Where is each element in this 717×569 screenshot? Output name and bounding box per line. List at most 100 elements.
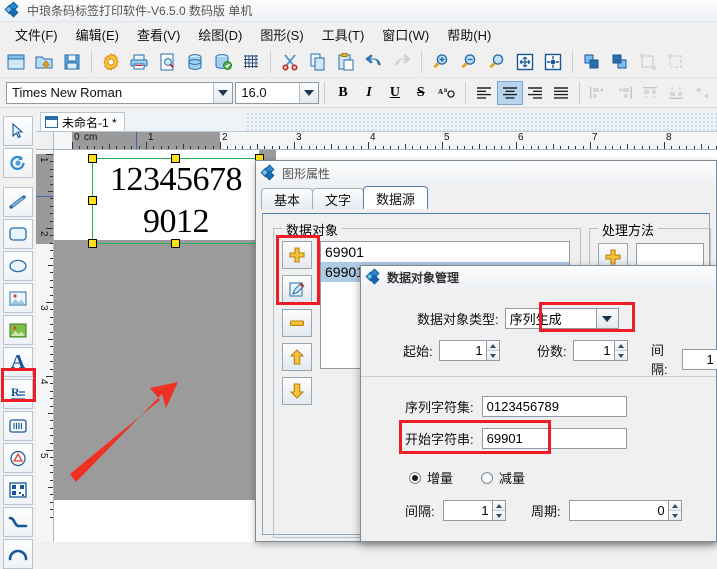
drawing-tools-palette: A R (0, 112, 36, 569)
ruler-tick (405, 144, 406, 149)
qrcode-tool[interactable] (3, 475, 33, 505)
step-input[interactable]: 1 (681, 348, 717, 370)
ruler-corner (36, 132, 54, 150)
menu-window[interactable]: 窗口(W) (373, 22, 438, 47)
select-pointer-tool[interactable] (3, 116, 33, 146)
chevron-down-icon[interactable] (299, 82, 319, 103)
tab-datasource[interactable]: 数据源 (363, 186, 429, 209)
start-string-input[interactable]: 69901 (481, 428, 627, 449)
step-label: 间隔: (651, 343, 668, 377)
count-input[interactable]: 1 (572, 340, 615, 361)
rich-text-tool[interactable]: R (3, 379, 33, 409)
chevron-down-icon[interactable] (596, 308, 619, 329)
count-stepper[interactable] (614, 340, 628, 361)
settings-gear-icon[interactable] (97, 48, 125, 76)
zoom-in-icon[interactable] (427, 48, 455, 76)
cycle-stepper[interactable] (668, 500, 682, 521)
curve-tool[interactable] (3, 507, 33, 537)
move-down-button[interactable] (282, 377, 312, 405)
font-size-combo[interactable]: 16.0 (235, 81, 320, 104)
menu-view[interactable]: 查看(V) (128, 22, 189, 47)
database-check-icon[interactable] (209, 48, 237, 76)
ruler-number: 4 (38, 379, 49, 385)
barcode-tool[interactable] (3, 411, 33, 441)
zoom-out-icon[interactable] (455, 48, 483, 76)
resize-handle-nw[interactable] (88, 154, 97, 163)
data-object-manager-dialog[interactable]: 数据对象管理 数据对象类型: 序列生成 起始: 1 份数: 1 间隔: 1 序列… (360, 265, 717, 542)
edit-data-object-button[interactable] (282, 275, 312, 303)
print-icon[interactable] (125, 48, 153, 76)
rectangle-tool[interactable] (3, 219, 33, 249)
ruler-tick (50, 501, 53, 503)
increase-radio-row[interactable]: 增量 减量 (409, 468, 525, 487)
grid-icon[interactable] (237, 48, 265, 76)
font-family-combo[interactable]: Times New Roman (6, 81, 234, 104)
decrease-radio[interactable] (481, 471, 494, 484)
align-left-icon[interactable] (471, 81, 497, 105)
menu-edit[interactable]: 编辑(E) (67, 22, 128, 47)
italic-button[interactable]: I (356, 81, 382, 105)
shape-tool[interactable] (3, 443, 33, 473)
start-label: 起始: (403, 344, 433, 359)
underline-button[interactable]: U (382, 81, 408, 105)
start-stepper[interactable] (486, 340, 500, 361)
ruler-tick (50, 183, 53, 185)
line-tool[interactable] (3, 187, 33, 217)
database-icon[interactable] (181, 48, 209, 76)
charset-input[interactable]: 0123456789 (481, 396, 627, 417)
ruler-tick (264, 146, 266, 149)
interval-stepper[interactable] (492, 500, 506, 521)
increase-radio[interactable] (409, 471, 421, 484)
save-disk-icon[interactable] (58, 48, 86, 76)
send-to-back-icon[interactable] (606, 48, 634, 76)
add-data-object-button[interactable] (282, 241, 312, 269)
align-justify-icon[interactable] (548, 81, 574, 105)
resize-handle-w[interactable] (88, 196, 97, 205)
strikethrough-button[interactable]: S (408, 81, 434, 105)
interval-input[interactable]: 1 (442, 500, 493, 521)
new-document-icon[interactable] (2, 48, 30, 76)
cut-scissors-icon[interactable] (276, 48, 304, 76)
align-right-icon[interactable] (523, 81, 549, 105)
document-tab[interactable]: 未命名-1 * (40, 112, 125, 131)
copy-icon[interactable] (304, 48, 332, 76)
zoom-fit-icon[interactable] (483, 48, 511, 76)
text-tool[interactable]: A (3, 347, 33, 377)
resize-handle-s[interactable] (171, 239, 180, 248)
undo-icon[interactable] (360, 48, 388, 76)
ellipse-tool[interactable] (3, 251, 33, 281)
data-object-row[interactable]: 69901 (321, 242, 569, 262)
menu-draw[interactable]: 绘图(D) (189, 22, 251, 47)
move-up-button[interactable] (282, 343, 312, 371)
menu-help[interactable]: 帮助(H) (438, 22, 500, 47)
chevron-down-icon[interactable] (213, 82, 233, 103)
align-center-icon[interactable] (496, 80, 523, 105)
bold-button[interactable]: B (330, 81, 356, 105)
label-page[interactable]: 12345678 9012 (54, 150, 276, 500)
remove-data-object-button[interactable] (282, 309, 312, 337)
move-icon[interactable] (539, 48, 567, 76)
open-folder-icon[interactable] (30, 48, 58, 76)
format-toolbar: Times New Roman 16.0 B I U S AB (0, 78, 717, 108)
resize-handle-sw[interactable] (88, 239, 97, 248)
tab-basic[interactable]: 基本 (261, 188, 314, 209)
rotate-tool[interactable] (3, 148, 33, 178)
paste-icon[interactable] (332, 48, 360, 76)
resize-handle-n[interactable] (171, 154, 180, 163)
ruler-number: 3 (38, 305, 49, 311)
image-tool[interactable] (3, 283, 33, 313)
print-preview-icon[interactable] (153, 48, 181, 76)
start-input[interactable]: 1 (438, 340, 487, 361)
selected-text-object[interactable]: 12345678 9012 (88, 154, 264, 248)
bring-to-front-icon[interactable] (578, 48, 606, 76)
menu-file[interactable]: 文件(F) (6, 22, 67, 47)
abc-check-icon[interactable]: AB (434, 81, 460, 105)
tab-text[interactable]: 文字 (312, 188, 365, 209)
pan-icon[interactable] (511, 48, 539, 76)
data-object-type-value[interactable]: 序列生成 (504, 308, 597, 329)
cycle-input[interactable]: 0 (568, 500, 669, 521)
picture-tool[interactable] (3, 315, 33, 345)
menu-shape[interactable]: 图形(S) (251, 22, 312, 47)
arc-tool[interactable] (3, 539, 33, 569)
menu-tools[interactable]: 工具(T) (313, 22, 374, 47)
